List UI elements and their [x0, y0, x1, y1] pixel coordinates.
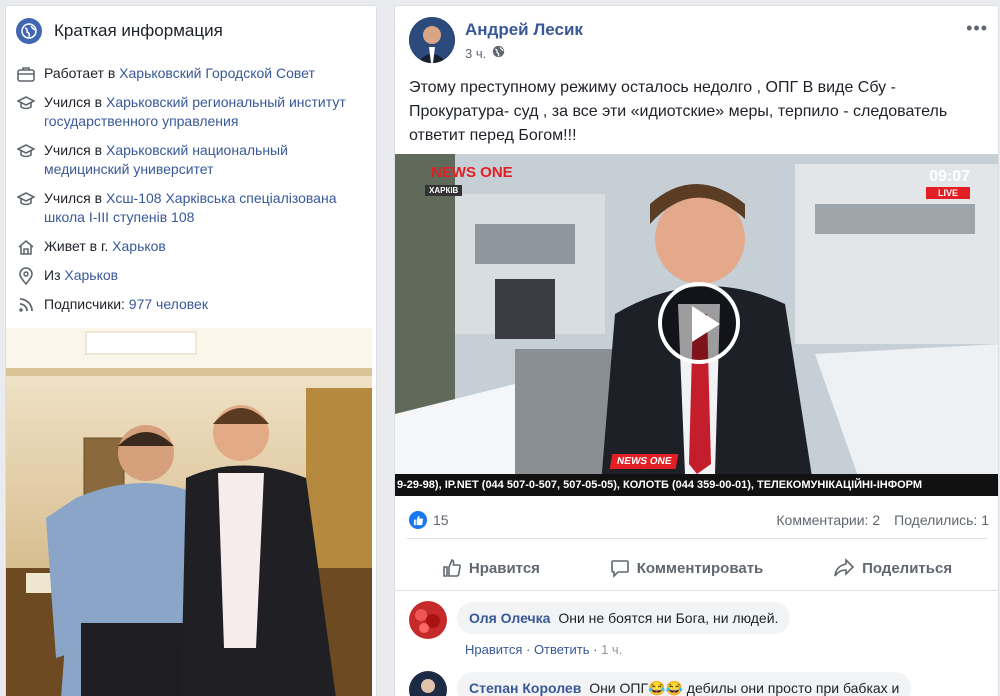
- share-icon: [834, 558, 855, 577]
- intro-item-prefix: Учился в: [44, 142, 106, 158]
- briefcase-icon: [16, 64, 36, 83]
- comment-button[interactable]: Комментировать: [610, 558, 764, 578]
- comment-actions: Нравится · Ответить · 1 ч.: [465, 642, 623, 657]
- post-meta: 3 ч.: [465, 45, 505, 61]
- share-button[interactable]: Поделиться: [833, 558, 952, 578]
- post-timestamp[interactable]: 3 ч.: [465, 46, 486, 61]
- like-reaction-icon[interactable]: [409, 511, 427, 529]
- intro-item-prefix: Живет в г.: [44, 238, 113, 254]
- globe-icon: [16, 18, 42, 44]
- intro-item-prefix: Подписчики:: [44, 296, 129, 312]
- graduation-cap-icon: [16, 141, 36, 160]
- divider: [407, 538, 987, 539]
- comment-text: Они не боятся ни Бога, ни людей.: [558, 610, 779, 626]
- shares-count[interactable]: Поделились: 1: [894, 512, 989, 528]
- comment-like-link[interactable]: Нравится: [465, 642, 522, 657]
- comment-bubble: Оля Олечка Они не боятся ни Бога, ни люд…: [457, 602, 791, 634]
- intro-item-from: Из Харьков: [16, 266, 366, 285]
- channel-logo: NEWS ONE: [431, 164, 513, 181]
- intro-item-lives: Живет в г. Харьков: [16, 237, 366, 256]
- like-button[interactable]: Нравится: [442, 558, 540, 578]
- intro-item-education: Учился в Харьковский национальный медици…: [16, 141, 366, 179]
- intro-item-followers: Подписчики: 977 человек: [16, 295, 366, 314]
- intro-item-education: Учился в Хсш-108 Харківська спеціалізова…: [16, 189, 366, 227]
- intro-header: Краткая информация: [6, 6, 376, 56]
- intro-item-link[interactable]: 977 человек: [129, 296, 208, 312]
- intro-item-link[interactable]: Харьков: [112, 238, 166, 254]
- comment-bubble: Степан Королев Они ОПГ😂😂 дебилы они прос…: [457, 672, 912, 696]
- post-stats: 15 Комментарии: 2 Поделились: 1: [409, 508, 989, 532]
- post-card: Андрей Лесик 3 ч. ••• Этому преступному …: [394, 5, 999, 591]
- comment-text: Они ОПГ😂😂 дебилы они просто при бабках и: [589, 680, 900, 696]
- comments-count[interactable]: Комментарии: 2: [776, 512, 880, 528]
- intro-item-prefix: Работает в: [44, 65, 120, 81]
- comment-button-label: Комментировать: [636, 559, 764, 577]
- like-button-label: Нравится: [468, 559, 540, 577]
- globe-icon[interactable]: [492, 45, 505, 61]
- post-text: Этому преступному режиму осталось недолг…: [409, 79, 948, 144]
- graduation-cap-icon: [16, 93, 36, 112]
- comments-section: Оля Олечка Они не боятся ни Бога, ни люд…: [394, 591, 999, 696]
- intro-title: Краткая информация: [54, 21, 223, 40]
- comment-time[interactable]: 1 ч.: [601, 642, 622, 657]
- comment-icon: [610, 560, 629, 578]
- intro-item-education: Учился в Харьковский региональный инстит…: [16, 93, 366, 131]
- live-badge: LIVE: [925, 187, 970, 199]
- video-clock: 09:07: [929, 168, 970, 185]
- channel-logo-name: ONE: [480, 164, 513, 181]
- like-count[interactable]: 15: [433, 512, 449, 528]
- location-pin-icon: [16, 266, 36, 285]
- post-author-name[interactable]: Андрей Лесик: [465, 20, 583, 40]
- comment-reply-link[interactable]: Ответить: [534, 642, 590, 657]
- commenter-avatar[interactable]: [409, 671, 447, 696]
- video-ticker: 9-29-98), IP.NET (044 507-0-507, 507-05-…: [395, 474, 998, 496]
- video-city-label: ХАРКІВ: [425, 185, 463, 196]
- channel-logo-prefix: NEWS: [431, 164, 476, 181]
- thumbs-up-icon: [443, 559, 461, 577]
- intro-card: Краткая информация Работает в Харьковски…: [5, 5, 377, 696]
- commenter-name[interactable]: Оля Олечка: [469, 610, 550, 626]
- intro-item-link[interactable]: Харьковский Городской Совет: [119, 65, 315, 81]
- play-button[interactable]: [658, 282, 740, 364]
- rss-icon: [16, 295, 36, 314]
- intro-item-prefix: Учился в: [44, 190, 106, 206]
- more-options-icon[interactable]: •••: [966, 18, 988, 39]
- intro-item-link[interactable]: Харьков: [64, 267, 118, 283]
- commenter-avatar[interactable]: [409, 601, 447, 639]
- post-header: Андрей Лесик 3 ч. •••: [395, 6, 998, 68]
- news-badge: NEWS ONE: [609, 454, 679, 469]
- home-icon: [16, 237, 36, 256]
- intro-item-prefix: Учился в: [44, 94, 106, 110]
- share-button-label: Поделиться: [862, 559, 953, 577]
- intro-list: Работает в Харьковский Городской Совет У…: [6, 56, 376, 314]
- graduation-cap-icon: [16, 189, 36, 208]
- intro-item-work: Работает в Харьковский Городской Совет: [16, 64, 366, 83]
- commenter-name[interactable]: Степан Королев: [469, 680, 581, 696]
- post-video[interactable]: NEWS ONE ХАРКІВ 09:07 LIVE NEWS ONE 9-29…: [395, 154, 998, 496]
- author-avatar[interactable]: [409, 17, 455, 63]
- post-actions: Нравится Комментировать Поделиться: [407, 550, 987, 586]
- profile-featured-photo[interactable]: [6, 328, 372, 696]
- intro-item-prefix: Из: [44, 267, 65, 283]
